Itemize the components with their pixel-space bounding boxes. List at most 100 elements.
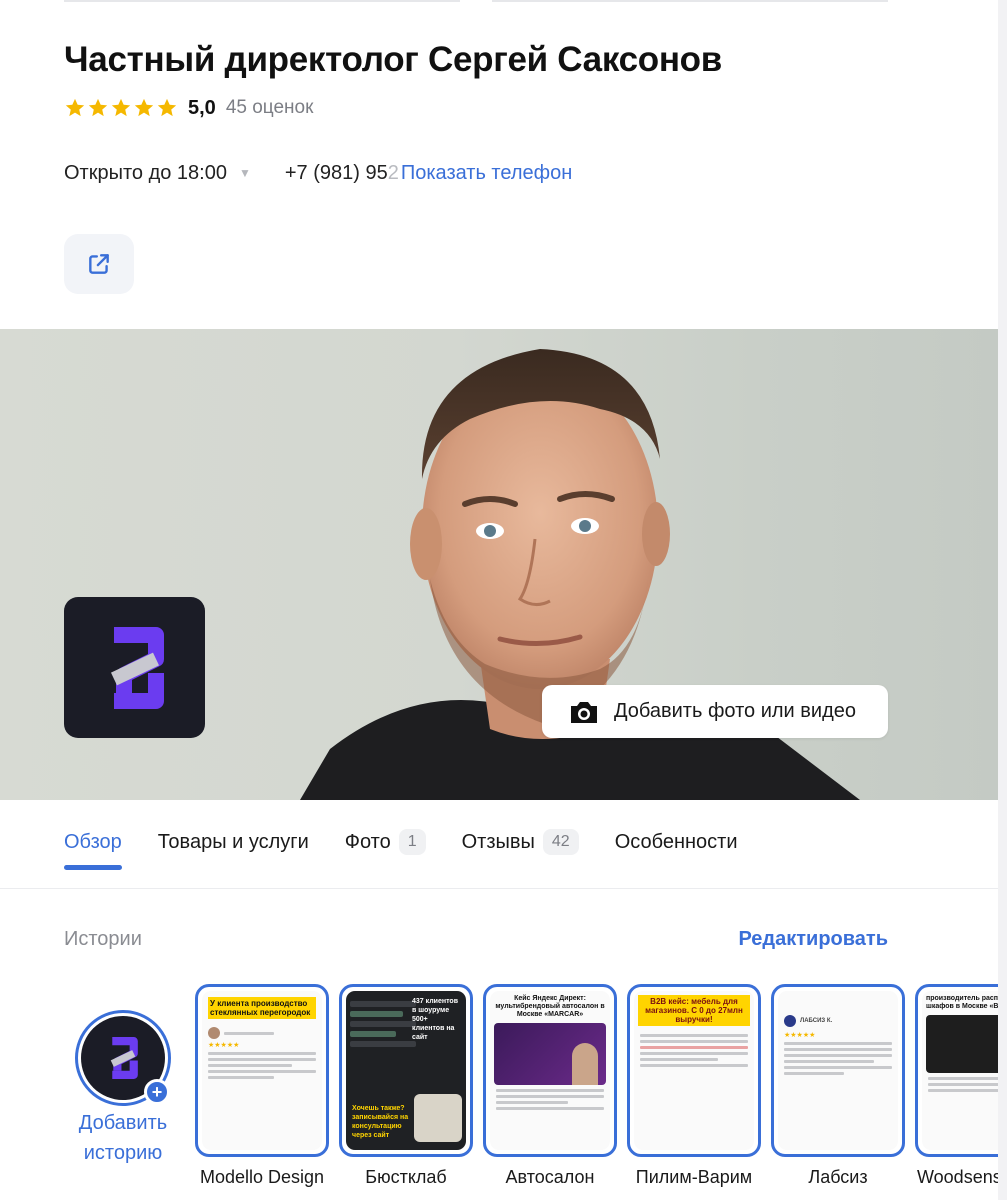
author-name: ЛАБСИЗ К. <box>800 1017 833 1024</box>
line <box>224 1031 274 1035</box>
star-icon <box>88 98 108 117</box>
rating-count-link[interactable]: 45 оценок <box>226 97 314 119</box>
star-icon <box>111 98 131 117</box>
story-item[interactable]: Кейс Яндекс Директ: мультибрендовый авто… <box>483 984 617 1188</box>
tab-label: Отзывы <box>461 830 535 853</box>
story-item[interactable]: B2B кейс: мебель для магазинов. С 0 до 2… <box>627 984 761 1188</box>
tab-features[interactable]: Особенности <box>615 831 738 854</box>
rating-row[interactable]: 5,0 45 оценок <box>64 93 313 123</box>
story-item[interactable]: производитель распашных шкафов в Москве … <box>915 984 1007 1188</box>
line <box>350 1031 397 1037</box>
share-button[interactable] <box>64 234 134 294</box>
line <box>496 1089 604 1092</box>
line <box>928 1083 1007 1086</box>
line <box>784 1042 892 1045</box>
tab-label: Особенности <box>614 830 738 853</box>
story-thumbnail: 437 клиентов в шоуруме 500+ клиентов на … <box>346 991 466 1150</box>
story-thumbnail: B2B кейс: мебель для магазинов. С 0 до 2… <box>634 991 754 1150</box>
tab-reviews[interactable]: Отзывы 42 <box>462 829 579 855</box>
top-tab-strip <box>64 0 888 2</box>
story-label: Woodsense <box>917 1167 1007 1187</box>
tabs-divider <box>0 888 1007 889</box>
person-image <box>572 1043 598 1085</box>
tab-overview[interactable]: Обзор <box>64 830 122 870</box>
story-headline: У клиента производство стеклянных перего… <box>208 997 316 1019</box>
story-cta: Хочешь также? записывайся на консультаци… <box>352 1105 409 1139</box>
tab-label: Обзор <box>64 830 122 853</box>
business-logo[interactable] <box>64 597 205 738</box>
star-icon <box>157 98 177 117</box>
tab-goods-services[interactable]: Товары и услуги <box>158 831 309 854</box>
add-photo-video-button[interactable]: Добавить фото или видео <box>542 685 888 738</box>
camera-icon <box>571 701 597 723</box>
phone-visible: +7 (981) 95 <box>284 161 388 184</box>
caret-down-icon[interactable]: ▼ <box>239 166 251 180</box>
star-icon: ★★★★★ <box>784 1032 816 1039</box>
line <box>784 1066 892 1069</box>
line <box>496 1095 604 1098</box>
line <box>640 1064 748 1067</box>
story-label: Пилим-Варим <box>635 1167 753 1187</box>
story-label: Автосалон <box>505 1167 595 1187</box>
section-tabs: Обзор Товары и услуги Фото 1 Отзывы 42 Осо… <box>64 824 774 870</box>
stories-header: Истории Редактировать <box>64 928 888 951</box>
story-thumbnail: производитель распашных шкафов в Москве … <box>922 991 1007 1150</box>
edit-stories-link[interactable]: Редактировать <box>738 928 888 951</box>
add-story-button[interactable]: + Добавить историю <box>64 1010 182 1168</box>
star-icon <box>65 98 85 117</box>
story-card: B2B кейс: мебель для магазинов. С 0 до 2… <box>627 984 761 1157</box>
story-item[interactable]: У клиента производство стеклянных перего… <box>195 984 329 1188</box>
cover-photo[interactable]: Добавить фото или видео <box>0 329 1007 800</box>
line <box>640 1034 748 1037</box>
ad-preview-image <box>494 1023 606 1085</box>
story-thumbnail: У клиента производство стеклянных перего… <box>202 991 322 1150</box>
line <box>784 1054 892 1057</box>
story-headline: B2B кейс: мебель для магазинов. С 0 до 2… <box>638 995 750 1026</box>
phone-number: +7 (981) 952 <box>285 162 399 185</box>
scrollbar[interactable] <box>998 0 1007 1200</box>
rating-value: 5,0 <box>188 96 216 119</box>
line <box>350 1011 403 1017</box>
story-headline: Кейс Яндекс Директ: мультибрендовый авто… <box>495 995 605 1018</box>
story-headline: производитель распашных шкафов в Москве … <box>926 995 1007 1010</box>
line <box>784 1060 874 1063</box>
line <box>640 1046 748 1049</box>
story-label: Modello Design <box>199 1167 325 1187</box>
star-icon: ★★★★★ <box>208 1042 240 1049</box>
avatar <box>784 1015 796 1027</box>
working-hours[interactable]: Открыто до 18:00 <box>64 162 227 185</box>
line <box>208 1052 316 1055</box>
line <box>640 1040 748 1043</box>
ad-preview-image <box>926 1015 1007 1073</box>
story-card: производитель распашных шкафов в Москве … <box>915 984 1007 1157</box>
review-author <box>208 1027 316 1039</box>
line <box>350 1041 416 1047</box>
line <box>496 1107 604 1110</box>
line <box>208 1070 316 1073</box>
count-badge: 1 <box>398 829 426 855</box>
line <box>350 1021 416 1027</box>
cat-photo <box>414 1094 462 1142</box>
story-label: Бюстклаб <box>365 1167 447 1187</box>
tab-label: Товары и услуги <box>157 830 309 853</box>
contact-row: Открыто до 18:00 ▼ +7 (981) 952 Показать… <box>64 158 572 188</box>
show-phone-link[interactable]: Показать телефон <box>401 162 572 185</box>
line <box>928 1089 1000 1092</box>
story-label: Лабсиз <box>808 1167 868 1187</box>
line <box>784 1048 892 1051</box>
tab-photos[interactable]: Фото 1 <box>345 829 426 855</box>
line <box>208 1064 292 1067</box>
story-card: Кейс Яндекс Директ: мультибрендовый авто… <box>483 984 617 1157</box>
story-item[interactable]: ЛАБСИЗ К. ★★★★★ Лабсиз <box>771 984 905 1188</box>
phone-faded: 2 <box>387 161 399 184</box>
count-badge: 42 <box>542 829 579 855</box>
line <box>208 1058 316 1061</box>
tab-label: Фото <box>344 830 391 853</box>
story-thumbnail: ЛАБСИЗ К. ★★★★★ <box>778 991 898 1150</box>
plus-icon: + <box>144 1079 170 1105</box>
line <box>350 1001 416 1007</box>
story-card: У клиента производство стеклянных перего… <box>195 984 329 1157</box>
line <box>496 1101 568 1104</box>
avatar <box>208 1027 220 1039</box>
story-item[interactable]: 437 клиентов в шоуруме 500+ клиентов на … <box>339 984 473 1188</box>
